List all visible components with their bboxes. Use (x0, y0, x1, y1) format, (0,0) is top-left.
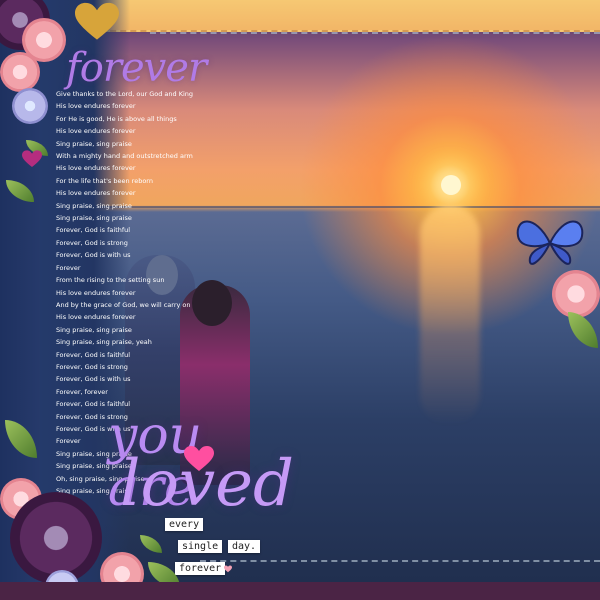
pink-flower-icon (552, 270, 600, 318)
small-purple-heart-icon (22, 150, 42, 167)
pink-flower-icon (0, 52, 40, 92)
lyrics-line: Forever, forever (56, 387, 108, 396)
scrapbook-page: forever Give thanks to the Lord, our God… (0, 0, 600, 600)
lyrics-line: From the rising to the setting sun (56, 276, 165, 285)
lyrics-line: Forever, God is with us (56, 251, 131, 260)
leaf-icon (568, 312, 598, 348)
stitching-top (150, 32, 600, 34)
lyrics-line: Forever (56, 263, 81, 272)
heart-icon (184, 446, 214, 471)
lyrics-line: His love endures forever (56, 164, 136, 173)
lyrics-line: Forever, God is strong (56, 362, 128, 371)
lavender-flower-icon (12, 88, 48, 124)
lyrics-line: Forever, God is with us (56, 375, 131, 384)
sun-reflection (420, 205, 480, 425)
lyrics-line: Give thanks to the Lord, our God and Kin… (56, 90, 194, 98)
yellow-paper-strip (90, 0, 600, 32)
gold-heart-icon (75, 2, 119, 40)
lyrics-line: Forever, God is strong (56, 238, 128, 247)
lyrics-line: For the life that's been reborn (56, 176, 153, 185)
lyrics-line: For He is good, He is above all things (56, 114, 177, 123)
label-single: single (178, 540, 223, 553)
lyrics-line: His love endures forever (56, 189, 136, 198)
lyrics-line: His love endures forever (56, 127, 136, 136)
lyrics-line: Sing praise, sing praise, yeah (56, 338, 152, 347)
lyrics-line: His love endures forever (56, 102, 136, 111)
small-heart-icon (224, 565, 232, 573)
lyrics-line: His love endures forever (56, 313, 136, 322)
leaf-icon (140, 535, 162, 553)
butterfly-icon (516, 220, 584, 265)
lyrics-line: Sing praise, sing praise (56, 139, 132, 148)
person-head-right (192, 280, 232, 326)
stitching-bottom (200, 560, 600, 562)
lyrics-line: Sing praise, sing praise (56, 214, 132, 223)
label-forever: forever (175, 562, 226, 575)
lyrics-line: Sing praise, sing praise (56, 201, 132, 210)
lyrics-line: Sing praise, sing praise (56, 325, 132, 334)
lyrics-line: Forever, God is faithful (56, 226, 131, 235)
label-every: every (165, 518, 204, 531)
lyrics-line: His love endures forever (56, 288, 136, 297)
purple-paper-bottom (0, 582, 600, 600)
sun (441, 175, 461, 195)
lyrics-line: And by the grace of God, we will carry o… (56, 300, 191, 309)
lyrics-line: Forever, God is faithful (56, 350, 131, 359)
label-day: day. (228, 540, 261, 553)
lyrics-line: With a mighty hand and outstretched arm (56, 152, 193, 161)
